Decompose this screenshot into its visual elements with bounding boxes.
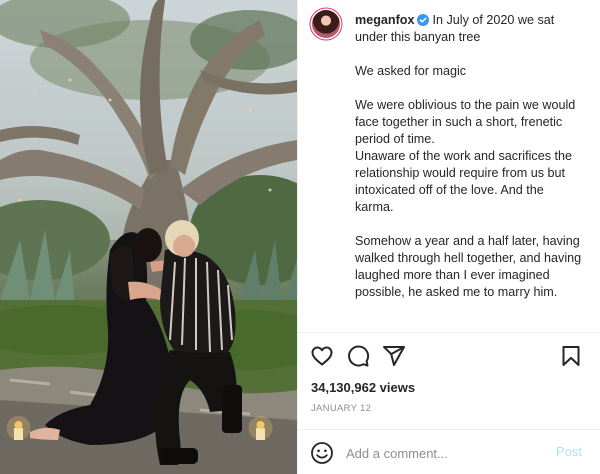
comment-row: Post (298, 430, 600, 474)
caption-paragraph: We asked for magic (355, 64, 467, 78)
heart-icon[interactable] (310, 344, 334, 368)
verified-badge-icon (417, 14, 430, 26)
bookmark-icon[interactable] (559, 344, 583, 368)
instagram-post: meganfox In July of 2020 we sat under thi… (0, 0, 600, 474)
views-count[interactable]: 34,130,962 views (311, 380, 415, 395)
action-bar (310, 344, 590, 368)
post-date[interactable]: JANUARY 12 (311, 403, 371, 414)
post-side-panel: meganfox In July of 2020 we sat under thi… (297, 0, 600, 474)
caption-area: meganfox In July of 2020 we sat under thi… (298, 0, 600, 332)
comment-input[interactable] (346, 442, 546, 464)
comment-bubble-icon[interactable] (346, 344, 370, 368)
caption-paragraph: We were oblivious to the pain we would f… (355, 98, 576, 146)
avatar[interactable] (312, 10, 340, 38)
post-comment-button[interactable]: Post (556, 444, 582, 459)
paper-plane-icon[interactable] (382, 344, 406, 368)
post-photo[interactable] (0, 0, 297, 474)
caption-first-line: meganfox In July of 2020 we sat under thi… (355, 13, 554, 44)
caption-paragraph: Unaware of the work and sacrifices the r… (355, 149, 572, 214)
username[interactable]: meganfox (355, 13, 414, 27)
smiley-icon[interactable] (310, 441, 334, 465)
caption: meganfox In July of 2020 we sat under thi… (355, 12, 585, 301)
divider (298, 332, 600, 333)
banyan-tree-photo (0, 0, 297, 474)
caption-paragraph: Somehow a year and a half later, having … (355, 234, 582, 299)
